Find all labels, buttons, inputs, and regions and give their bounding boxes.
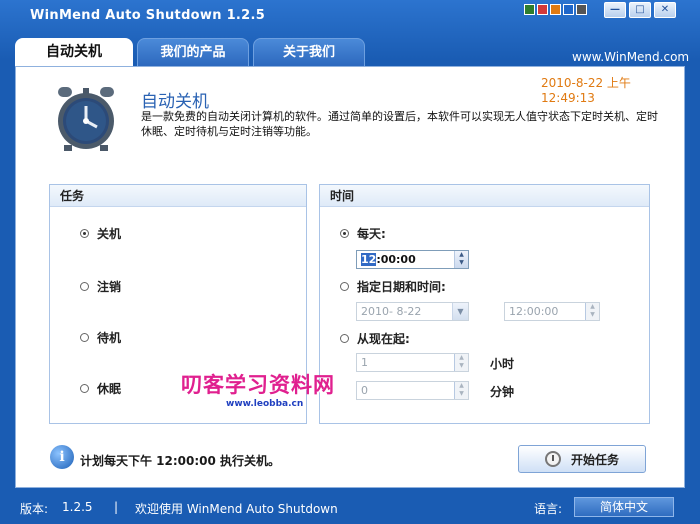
task-option-label: 休眠 xyxy=(97,382,122,396)
task-option-logoff[interactable]: 注销 xyxy=(80,278,121,295)
schedule-summary: 计划每天下午 12:00:00 执行关机。 xyxy=(80,454,281,468)
hours-spinner-icon[interactable]: ▲ ▼ xyxy=(454,354,468,371)
specific-time-value: 12:00:00 xyxy=(509,305,559,318)
window-title: WinMend Auto Shutdown 1.2.5 xyxy=(30,8,266,23)
current-datetime: 2010-8-22 上午 12:49:13 xyxy=(541,76,631,105)
time-group: 时间 每天: 12:00:00 ▲ ▼ 指定日期和时间: 2010- 8-22 ▼… xyxy=(319,184,650,424)
minutes-value: 0 xyxy=(361,384,368,397)
time-option-label: 每天: xyxy=(357,227,386,241)
skin-swatch-green[interactable] xyxy=(524,4,535,15)
hours-value: 1 xyxy=(361,356,368,369)
chevron-down-icon[interactable]: ▼ xyxy=(452,303,468,320)
skin-swatch-gray[interactable] xyxy=(576,4,587,15)
specific-date-value: 2010- 8-22 xyxy=(361,305,422,318)
skin-swatch-orange[interactable] xyxy=(550,4,561,15)
task-group-header: 任务 xyxy=(50,185,306,207)
app-window: WinMend Auto Shutdown 1.2.5 — □ ✕ 自动关机 我… xyxy=(0,0,700,524)
status-separator: | xyxy=(114,500,119,514)
minutes-spinner-icon[interactable]: ▲ ▼ xyxy=(454,382,468,399)
alarm-clock-icon xyxy=(58,87,114,151)
title-bar[interactable]: WinMend Auto Shutdown 1.2.5 — □ ✕ xyxy=(0,0,700,32)
tab-our-products[interactable]: 我们的产品 xyxy=(137,38,249,68)
time-option-label: 指定日期和时间: xyxy=(357,280,446,294)
task-option-hibernate[interactable]: 休眠 xyxy=(80,380,121,397)
welcome-message: 欢迎使用 WinMend Auto Shutdown xyxy=(135,502,338,516)
minimize-button[interactable]: — xyxy=(604,2,626,18)
time-option-label: 从现在起: xyxy=(357,332,410,346)
minutes-unit: 分钟 xyxy=(490,385,515,399)
watermark-text: 叨客学习资料网 xyxy=(181,373,335,397)
time-hour-selected: 12 xyxy=(361,253,377,266)
radio-icon xyxy=(80,333,89,342)
version-label: 版本: xyxy=(20,502,49,516)
time-rest: :00:00 xyxy=(376,253,416,266)
radio-icon xyxy=(80,384,89,393)
task-option-label: 关机 xyxy=(97,227,122,241)
restore-button[interactable]: □ xyxy=(629,2,651,18)
tab-bar: 自动关机 我们的产品 关于我们 xyxy=(15,38,369,68)
task-option-label: 待机 xyxy=(97,331,122,345)
main-panel: 2010-8-22 上午 12:49:13 自动关机 是一款免费的自动关闭计算机… xyxy=(15,66,685,488)
app-description: 是一款免费的自动关闭计算机的软件。通过简单的设置后，本软件可以实现无人值守状态下… xyxy=(141,110,658,138)
close-button[interactable]: ✕ xyxy=(654,2,676,18)
start-task-button[interactable]: 开始任务 xyxy=(518,445,646,473)
radio-icon xyxy=(80,282,89,291)
skin-swatch-blue[interactable] xyxy=(563,4,574,15)
hours-input[interactable]: 1 ▲ ▼ xyxy=(356,353,469,372)
radio-icon xyxy=(340,334,349,343)
tab-about-us[interactable]: 关于我们 xyxy=(253,38,365,68)
time-group-header: 时间 xyxy=(320,185,649,207)
minutes-input[interactable]: 0 ▲ ▼ xyxy=(356,381,469,400)
info-icon: i xyxy=(50,445,74,469)
website-link[interactable]: www.WinMend.com xyxy=(572,50,689,64)
specific-date-picker[interactable]: 2010- 8-22 ▼ xyxy=(356,302,469,321)
time-option-specific[interactable]: 指定日期和时间: xyxy=(340,278,446,295)
clock-icon xyxy=(544,451,561,467)
radio-selected-icon xyxy=(340,229,349,238)
window-controls: — □ ✕ xyxy=(604,2,676,18)
specific-time-input[interactable]: 12:00:00 ▲ ▼ xyxy=(504,302,600,321)
task-option-standby[interactable]: 待机 xyxy=(80,329,121,346)
tab-auto-shutdown[interactable]: 自动关机 xyxy=(15,38,133,68)
task-option-label: 注销 xyxy=(97,280,122,294)
version-number: 1.2.5 xyxy=(62,500,93,514)
skin-swatch-red[interactable] xyxy=(537,4,548,15)
start-task-label: 开始任务 xyxy=(570,452,619,467)
language-select[interactable]: 简体中文 xyxy=(574,497,674,517)
daily-time-input[interactable]: 12:00:00 ▲ ▼ xyxy=(356,250,469,269)
language-label: 语言: xyxy=(534,502,563,516)
time-spinner-icon[interactable]: ▲ ▼ xyxy=(585,303,599,320)
skin-swatches xyxy=(524,4,587,15)
time-spinner-icon[interactable]: ▲ ▼ xyxy=(454,251,468,268)
watermark-url: www.leobba.cn xyxy=(226,399,304,409)
radio-selected-icon xyxy=(80,229,89,238)
time-option-from-now[interactable]: 从现在起: xyxy=(340,330,410,347)
hours-unit: 小时 xyxy=(490,357,515,371)
status-bar: 版本: 1.2.5 | 欢迎使用 WinMend Auto Shutdown 语… xyxy=(0,494,700,524)
time-option-daily[interactable]: 每天: xyxy=(340,225,386,242)
radio-icon xyxy=(340,282,349,291)
task-option-shutdown[interactable]: 关机 xyxy=(80,225,121,242)
